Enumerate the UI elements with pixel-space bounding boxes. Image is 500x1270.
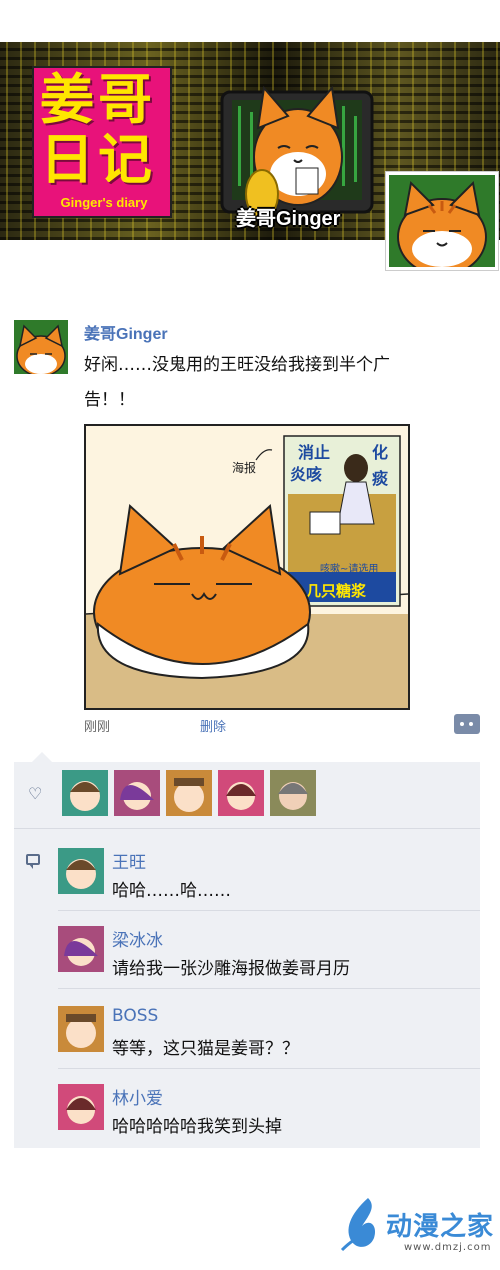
commenter-name[interactable]: 王旺 <box>112 848 146 873</box>
watermark-name: 动漫之家 <box>386 1212 495 1242</box>
liker-avatar[interactable] <box>114 770 160 816</box>
poster-title-right: 化 <box>372 443 388 462</box>
banner-name: 姜哥Ginger <box>236 208 341 230</box>
heart-icon: ♡ <box>28 784 43 803</box>
commenter-avatar[interactable] <box>58 848 104 894</box>
poster-tag: 海报 <box>232 460 256 475</box>
commenter-name[interactable]: 林小爱 <box>112 1084 163 1109</box>
liker-avatar[interactable] <box>270 770 316 816</box>
liker-avatar[interactable] <box>218 770 264 816</box>
liker-avatar[interactable] <box>166 770 212 816</box>
comment-item[interactable]: 梁冰冰 请给我一张沙雕海报做姜哥月历 <box>58 926 480 989</box>
comment-icon <box>26 854 40 869</box>
comment-item[interactable]: BOSS 等等，这只猫是姜哥？？ <box>58 1006 480 1069</box>
commenter-name[interactable]: 梁冰冰 <box>112 926 163 951</box>
diary-title-en: Ginger's diary <box>60 195 148 210</box>
commenter-avatar[interactable] <box>58 926 104 972</box>
likes-comments-panel: ♡ 王旺 哈哈……哈…… 梁冰冰 请给我一张沙雕海报做姜哥月历 BOSS 等等，… <box>14 752 480 1148</box>
post-time: 刚刚 <box>84 720 111 735</box>
comment-text: 哈哈……哈…… <box>112 881 231 901</box>
comment-text: 请给我一张沙雕海报做姜哥月历 <box>112 959 350 979</box>
watermark-url: www.dmzj.com <box>404 1242 492 1253</box>
poster-title-left: 消止 <box>298 443 330 462</box>
diary-title-cn: 姜哥 日记 <box>40 68 156 191</box>
profile-avatar[interactable] <box>386 172 498 270</box>
comment-divider <box>58 910 480 911</box>
likes-divider <box>14 828 480 829</box>
poster-brand: 几只糖浆 <box>306 582 367 600</box>
comment-divider <box>58 1068 480 1069</box>
post-comic-image[interactable]: 消止 化 炎咳 痰 咳嗽~请选用 几只糖浆 海报 <box>84 424 410 710</box>
comment-item[interactable]: 林小爱 哈哈哈哈哈我笑到头掉 <box>58 1084 480 1140</box>
poster-sub-left: 炎咳 <box>290 465 322 484</box>
dmzj-logo-icon <box>340 1198 376 1252</box>
commenter-avatar[interactable] <box>58 1006 104 1052</box>
more-options-button[interactable] <box>454 714 480 734</box>
post-text: 好闲……没鬼用的王旺没给我接到半个广告！！ <box>84 355 390 410</box>
comment-text: 哈哈哈哈哈我笑到头掉 <box>112 1117 282 1137</box>
comment-divider <box>58 988 480 989</box>
comment-text: 等等，这只猫是姜哥？？ <box>112 1039 299 1059</box>
liker-avatar[interactable] <box>62 770 108 816</box>
post-author-name[interactable]: 姜哥Ginger <box>84 320 168 344</box>
commenter-name[interactable]: BOSS <box>112 1006 158 1026</box>
poster-sub-right: 痰 <box>372 469 389 488</box>
comment-item[interactable]: 王旺 哈哈……哈…… <box>58 848 480 911</box>
diary-title-badge: 姜哥 日记 Ginger's diary <box>32 66 172 218</box>
poster-caption: 咳嗽~请选用 <box>320 562 378 575</box>
commenter-avatar[interactable] <box>58 1084 104 1130</box>
delete-link[interactable]: 删除 <box>200 716 226 735</box>
author-avatar[interactable] <box>14 320 68 374</box>
